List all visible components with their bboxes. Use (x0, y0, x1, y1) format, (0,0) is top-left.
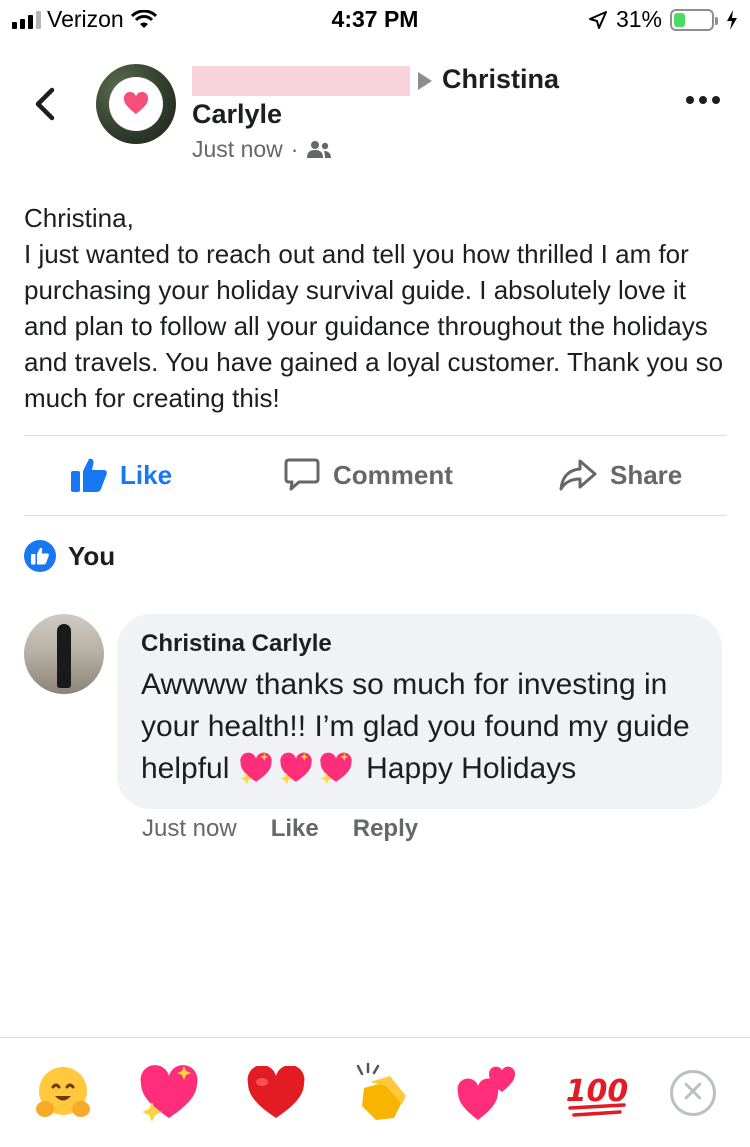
share-label: Share (610, 459, 683, 490)
meta-separator: · (290, 136, 299, 162)
sparkling-heart-emoji (240, 752, 272, 784)
friends-icon (307, 140, 332, 158)
redacted-author-name (192, 65, 410, 96)
post-timestamp[interactable]: Just now (192, 136, 283, 163)
red-heart-emoji[interactable] (245, 1062, 307, 1124)
liked-by-label: You (68, 540, 116, 571)
comment-text: Awwww thanks so much for investing in yo… (141, 664, 698, 790)
location-icon (588, 10, 607, 29)
post-actions: Like Comment Share (0, 445, 750, 507)
dot (712, 96, 720, 104)
sparkling-heart-emoji (320, 752, 352, 784)
comment-like-button[interactable]: Like (271, 815, 319, 843)
avatar-figure (57, 624, 71, 688)
commenter-avatar[interactable] (24, 614, 104, 694)
comment-reply-button[interactable]: Reply (353, 815, 418, 843)
comment-bubble[interactable]: Christina Carlyle Awwww thanks so much f… (117, 614, 722, 809)
like-reaction-icon (24, 540, 56, 572)
share-button[interactable]: Share (558, 457, 682, 493)
back-button[interactable] (30, 84, 60, 124)
hundred-points-emoji[interactable]: 100 (566, 1062, 628, 1124)
comment-icon (284, 458, 320, 491)
comment-meta: Just now Like Reply (142, 815, 418, 843)
arrow-right-icon (418, 71, 432, 90)
heart-icon (123, 92, 149, 114)
like-button[interactable]: Like (70, 457, 172, 493)
more-options-button[interactable] (686, 96, 720, 104)
battery-icon (670, 8, 718, 31)
dot (686, 96, 694, 104)
charging-icon (727, 9, 737, 30)
sparkling-hearts (238, 752, 358, 785)
recipient-name-line2[interactable]: Carlyle (192, 99, 282, 129)
avatar-inner (109, 77, 163, 131)
like-label: Like (120, 459, 173, 490)
comment-label: Comment (333, 459, 453, 490)
dot (699, 96, 707, 104)
battery-percent: 31% (615, 6, 662, 32)
status-right: 31% (588, 6, 738, 33)
clapping-hands-emoji[interactable] (350, 1062, 412, 1124)
comment-author[interactable]: Christina Carlyle (141, 630, 698, 658)
two-hearts-emoji[interactable] (456, 1062, 518, 1124)
reactions-summary[interactable]: You (24, 540, 115, 572)
post-body: Christina, I just wanted to reach out an… (24, 200, 729, 416)
comment-timestamp: Just now (142, 815, 237, 842)
thumbs-up-icon (71, 458, 107, 492)
post-meta: Just now · (192, 136, 332, 163)
share-icon (559, 459, 597, 491)
divider-top (24, 435, 726, 436)
comment-text-end: Happy Holidays (366, 752, 577, 785)
sparkling-heart-emoji (280, 752, 312, 784)
close-icon[interactable]: ✕ (670, 1070, 716, 1116)
divider-bottom (24, 515, 726, 516)
post-greeting: Christina, (24, 203, 134, 233)
recipient-name[interactable]: Christina (442, 64, 559, 94)
reaction-tray: 100 ✕ (0, 1037, 750, 1147)
comment-button[interactable]: Comment (283, 457, 453, 493)
battery-fill (674, 12, 686, 27)
hugging-face-emoji[interactable] (32, 1062, 94, 1124)
post-message: I just wanted to reach out and tell you … (24, 239, 724, 413)
post-header-title: Christina Carlyle (192, 62, 652, 132)
status-bar: Verizon 4:37 PM 31% (0, 0, 750, 40)
author-avatar[interactable] (96, 64, 176, 144)
sparkling-heart-emoji[interactable] (138, 1062, 200, 1124)
